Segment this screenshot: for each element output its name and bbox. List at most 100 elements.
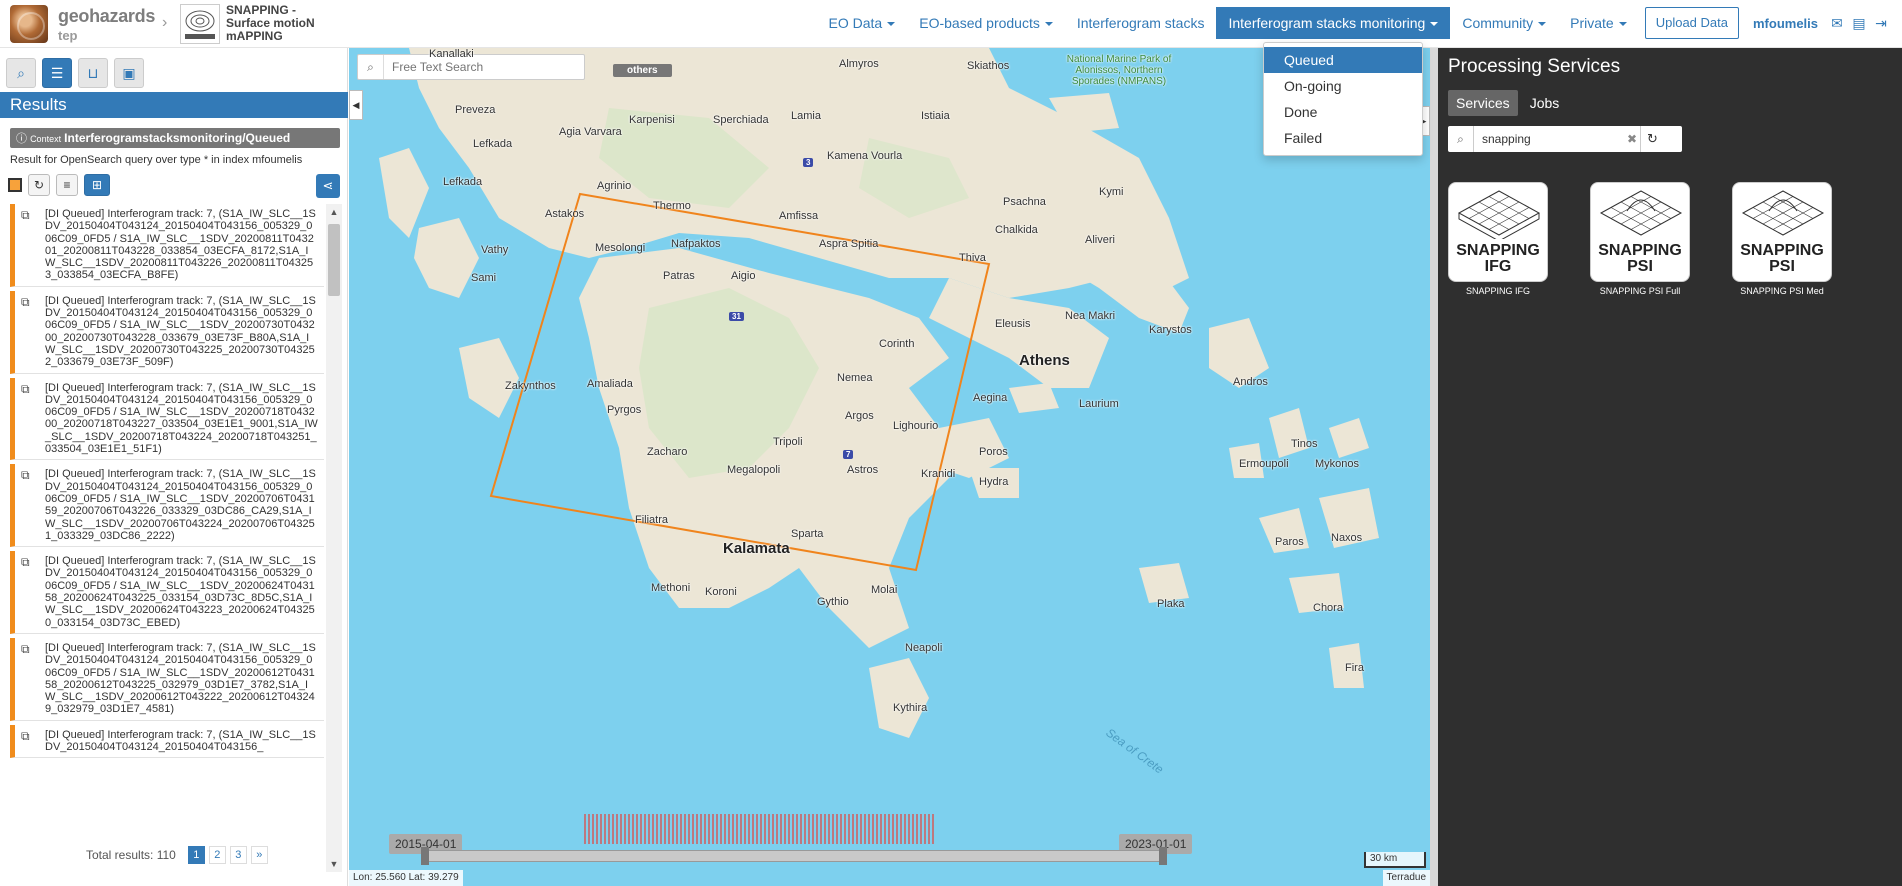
place-label: Paros [1275, 536, 1304, 548]
place-label: Astakos [545, 208, 585, 220]
service-snapping-ifg[interactable]: SNAPPING IFG SNAPPING IFG [1448, 182, 1548, 296]
place-label: Ermoupoli [1239, 458, 1289, 470]
upload-data-button[interactable]: Upload Data [1644, 7, 1739, 39]
next-page-button[interactable]: » [250, 846, 268, 864]
place-label: Nea Makri [1065, 310, 1116, 322]
place-label: Tinos [1291, 438, 1318, 450]
place-label: Psachna [1003, 196, 1046, 208]
scroll-down-arrow-icon[interactable]: ▼ [326, 856, 342, 872]
free-text-search-input[interactable] [384, 60, 574, 74]
service-search-input[interactable] [1474, 132, 1624, 146]
refresh-services-icon[interactable]: ↻ [1640, 126, 1664, 152]
snapping-app-logo[interactable] [180, 4, 220, 44]
geohazards-logo[interactable] [10, 5, 48, 43]
map-attribution[interactable]: Terradue [1382, 870, 1430, 886]
search-tool-button[interactable]: ⌕ [6, 58, 36, 88]
place-label: Kymi [1099, 186, 1124, 198]
result-title: [DI Queued] Interferogram track: 7, (S1A… [45, 294, 316, 369]
brand-name[interactable]: geohazards [58, 6, 155, 27]
dropdown-item-done[interactable]: Done [1264, 99, 1422, 125]
results-scrollbar[interactable]: ▲ ▼ [326, 204, 342, 872]
scroll-up-arrow-icon[interactable]: ▲ [326, 204, 342, 220]
info-icon: ⓘ [16, 133, 27, 145]
envelope-icon[interactable]: ✉ [1826, 15, 1848, 32]
result-list-item[interactable]: ⧉ [DI Queued] Interferogram track: 7, (S1… [10, 204, 324, 287]
tab-services[interactable]: Services [1448, 90, 1518, 116]
map-view[interactable]: ⌕ others ◀ ▶ KanallakiAlmyrosSkiathosPre… [349, 48, 1430, 886]
timeline-range-bar[interactable] [425, 850, 1163, 862]
road-shield: 31 [729, 312, 744, 321]
result-title: [DI Queued] Interferogram track: 7, (S1A… [45, 381, 318, 456]
place-label: Istiaia [921, 110, 950, 122]
timeline-start-handle[interactable] [421, 847, 429, 865]
result-list-item[interactable]: ⧉ [DI Queued] Interferogram track: 7, (S1… [10, 551, 324, 634]
place-label: Gythio [817, 596, 849, 608]
nav-eo-data[interactable]: EO Data [817, 7, 908, 39]
nav-eo-based-products[interactable]: EO-based products [907, 7, 1065, 39]
major-city-label: Kalamata [723, 540, 790, 557]
result-list-item[interactable]: ⧉ [DI Queued] Interferogram track: 7, (S1… [10, 464, 324, 548]
clear-search-icon[interactable]: ✖ [1624, 132, 1640, 146]
service-tile[interactable]: SNAPPING PSI [1590, 182, 1690, 282]
result-list-item[interactable]: ⧉ [DI Queued] Interferogram track: 7, (S1… [10, 724, 324, 759]
place-label: Molai [871, 584, 898, 596]
archive-tool-button[interactable]: ▣ [114, 58, 144, 88]
collapse-left-panel-icon[interactable]: ◀ [349, 90, 363, 120]
road-shield: 3 [803, 158, 814, 167]
service-tile[interactable]: SNAPPING PSI [1732, 182, 1832, 282]
timeline-end-handle[interactable] [1159, 847, 1167, 865]
place-label: Thermo [653, 200, 691, 212]
pagination: Total results: 110 1 2 3 » [86, 846, 268, 864]
place-label: Corinth [879, 338, 915, 350]
place-label: Hydra [979, 476, 1009, 488]
book-icon[interactable]: ▤ [1848, 15, 1870, 32]
service-tile[interactable]: SNAPPING IFG [1448, 182, 1548, 282]
select-all-checkbox[interactable] [8, 178, 22, 192]
page-1-button[interactable]: 1 [187, 846, 205, 864]
nav-interferogram-stacks-monitoring[interactable]: Interferogram stacks monitoring [1216, 7, 1451, 39]
nav-community[interactable]: Community [1450, 7, 1558, 39]
dropdown-item-on-going[interactable]: On-going [1264, 73, 1422, 99]
basket-tool-button[interactable]: ⊔ [78, 58, 108, 88]
search-icon: ⌕ [358, 55, 384, 79]
page-2-button[interactable]: 2 [208, 846, 226, 864]
place-label: Sperchiada [713, 114, 769, 126]
result-list-item[interactable]: ⧉ [DI Queued] Interferogram track: 7, (S1… [10, 637, 324, 721]
place-label: Nafpaktos [671, 238, 721, 250]
basket-plus-icon: ⊞ [91, 178, 103, 192]
place-label: Sparta [791, 528, 824, 540]
dropdown-item-queued[interactable]: Queued [1264, 47, 1422, 73]
dropdown-item-failed[interactable]: Failed [1264, 125, 1422, 151]
results-tools: ↻ ≡ ⊞ [8, 174, 110, 196]
left-toolbar: ⌕ ☰ ⊔ ▣ [6, 58, 144, 88]
list-tool-button[interactable]: ☰ [42, 58, 72, 88]
add-to-basket-button[interactable]: ⊞ [84, 174, 110, 196]
list-view-button[interactable]: ≡ [56, 174, 78, 196]
list-icon: ☰ [50, 64, 64, 81]
search-icon: ⌕ [1448, 126, 1474, 152]
place-label: Nemea [837, 372, 873, 384]
others-tag[interactable]: others [613, 64, 672, 77]
user-profile-link[interactable]: mfoumelis [1745, 16, 1826, 31]
service-tile-name: SNAPPING PSI [1598, 242, 1682, 275]
tab-jobs[interactable]: Jobs [1522, 90, 1568, 116]
service-snapping-psi-med[interactable]: SNAPPING PSI SNAPPING PSI Med [1732, 182, 1832, 296]
satellite-stack-icon: ⧉ [21, 641, 30, 656]
place-label: Mykonos [1315, 458, 1360, 470]
share-button[interactable]: ⋖ [316, 174, 340, 198]
result-list-item[interactable]: ⧉ [DI Queued] Interferogram track: 7, (S1… [10, 290, 324, 374]
top-header: geohazards tep › SNAPPING - Surface moti… [0, 0, 1902, 48]
service-snapping-psi-full[interactable]: SNAPPING PSI SNAPPING PSI Full [1590, 182, 1690, 296]
scroll-thumb[interactable] [328, 224, 340, 296]
page-3-button[interactable]: 3 [229, 846, 247, 864]
nav-interferogram-stacks[interactable]: Interferogram stacks [1065, 7, 1217, 39]
sign-out-icon[interactable]: ⇥ [1870, 15, 1892, 32]
place-label: Sami [471, 272, 497, 284]
satellite-stack-icon: ⧉ [21, 555, 30, 570]
result-list-item[interactable]: ⧉ [DI Queued] Interferogram track: 7, (S1… [10, 377, 324, 461]
caret-down-icon [1618, 22, 1627, 27]
scale-bar: 30 km [1364, 852, 1426, 868]
total-results: Total results: 110 [86, 848, 176, 862]
refresh-results-button[interactable]: ↻ [28, 174, 50, 196]
nav-private[interactable]: Private [1558, 7, 1639, 39]
